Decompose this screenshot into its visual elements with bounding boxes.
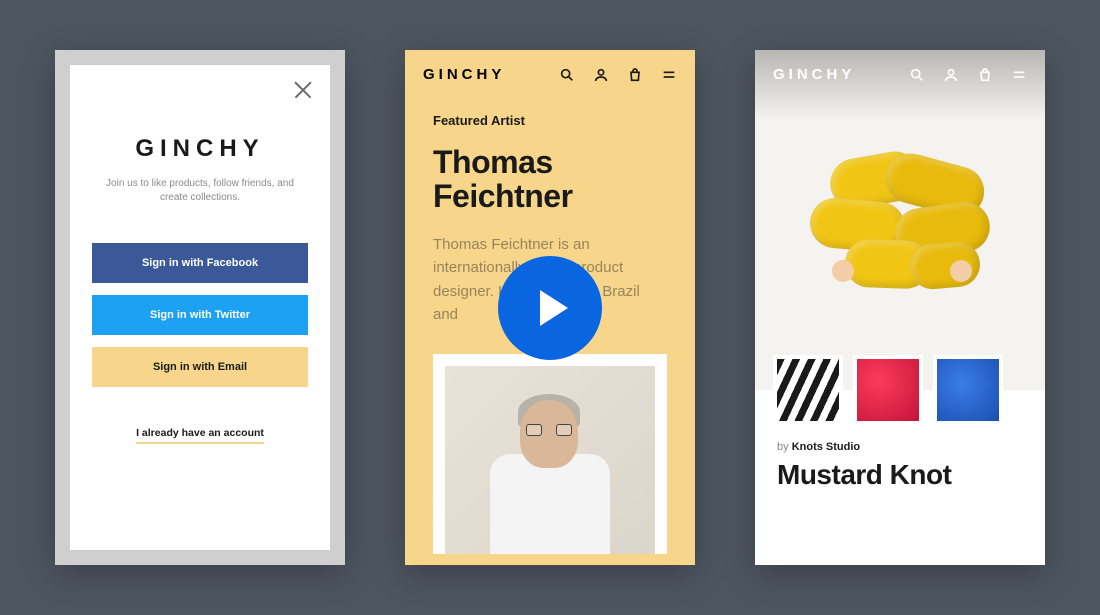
brand-logo: GINCHY <box>92 135 308 163</box>
search-icon[interactable] <box>909 67 925 83</box>
brand-logo: GINCHY <box>423 66 505 83</box>
close-icon[interactable] <box>292 79 314 101</box>
bag-icon[interactable] <box>977 67 993 83</box>
signin-subtext: Join us to like products, follow friends… <box>92 177 308 205</box>
thumbnail-red[interactable] <box>853 355 923 425</box>
topbar-actions <box>559 67 677 83</box>
already-have-account-link[interactable]: I already have an account <box>136 427 264 444</box>
byline-prefix: by <box>777 441 789 453</box>
signin-facebook-button[interactable]: Sign in with Facebook <box>92 243 308 283</box>
brand-logo: GINCHY <box>773 66 855 83</box>
product-byline: by Knots Studio <box>777 441 1023 453</box>
signin-twitter-button[interactable]: Sign in with Twitter <box>92 295 308 335</box>
search-icon[interactable] <box>559 67 575 83</box>
menu-icon[interactable] <box>661 67 677 83</box>
byline-author: Knots Studio <box>792 441 860 453</box>
thumbnail-row <box>755 355 1045 425</box>
top-bar: GINCHY <box>755 50 1045 99</box>
artist-name: Thomas Feichtner <box>433 146 667 213</box>
product-title: Mustard Knot <box>777 459 1023 491</box>
thumbnail-blue[interactable] <box>933 355 1003 425</box>
play-icon <box>540 290 568 326</box>
product-image <box>800 145 1000 295</box>
play-button[interactable] <box>498 256 602 360</box>
product-hero <box>755 50 1045 390</box>
user-icon[interactable] <box>943 67 959 83</box>
artist-photo <box>445 366 655 554</box>
user-icon[interactable] <box>593 67 609 83</box>
thumbnail-bw[interactable] <box>773 355 843 425</box>
product-meta: by Knots Studio Mustard Knot <box>755 425 1045 491</box>
top-bar: GINCHY <box>405 50 695 99</box>
artist-photo-card <box>433 354 667 554</box>
signin-email-button[interactable]: Sign in with Email <box>92 347 308 387</box>
bag-icon[interactable] <box>627 67 643 83</box>
product-screen: GINCHY by Kn <box>755 50 1045 565</box>
signin-card: GINCHY Join us to like products, follow … <box>70 65 330 550</box>
signin-screen: GINCHY Join us to like products, follow … <box>55 50 345 565</box>
menu-icon[interactable] <box>1011 67 1027 83</box>
section-label: Featured Artist <box>433 113 667 128</box>
topbar-actions <box>909 67 1027 83</box>
